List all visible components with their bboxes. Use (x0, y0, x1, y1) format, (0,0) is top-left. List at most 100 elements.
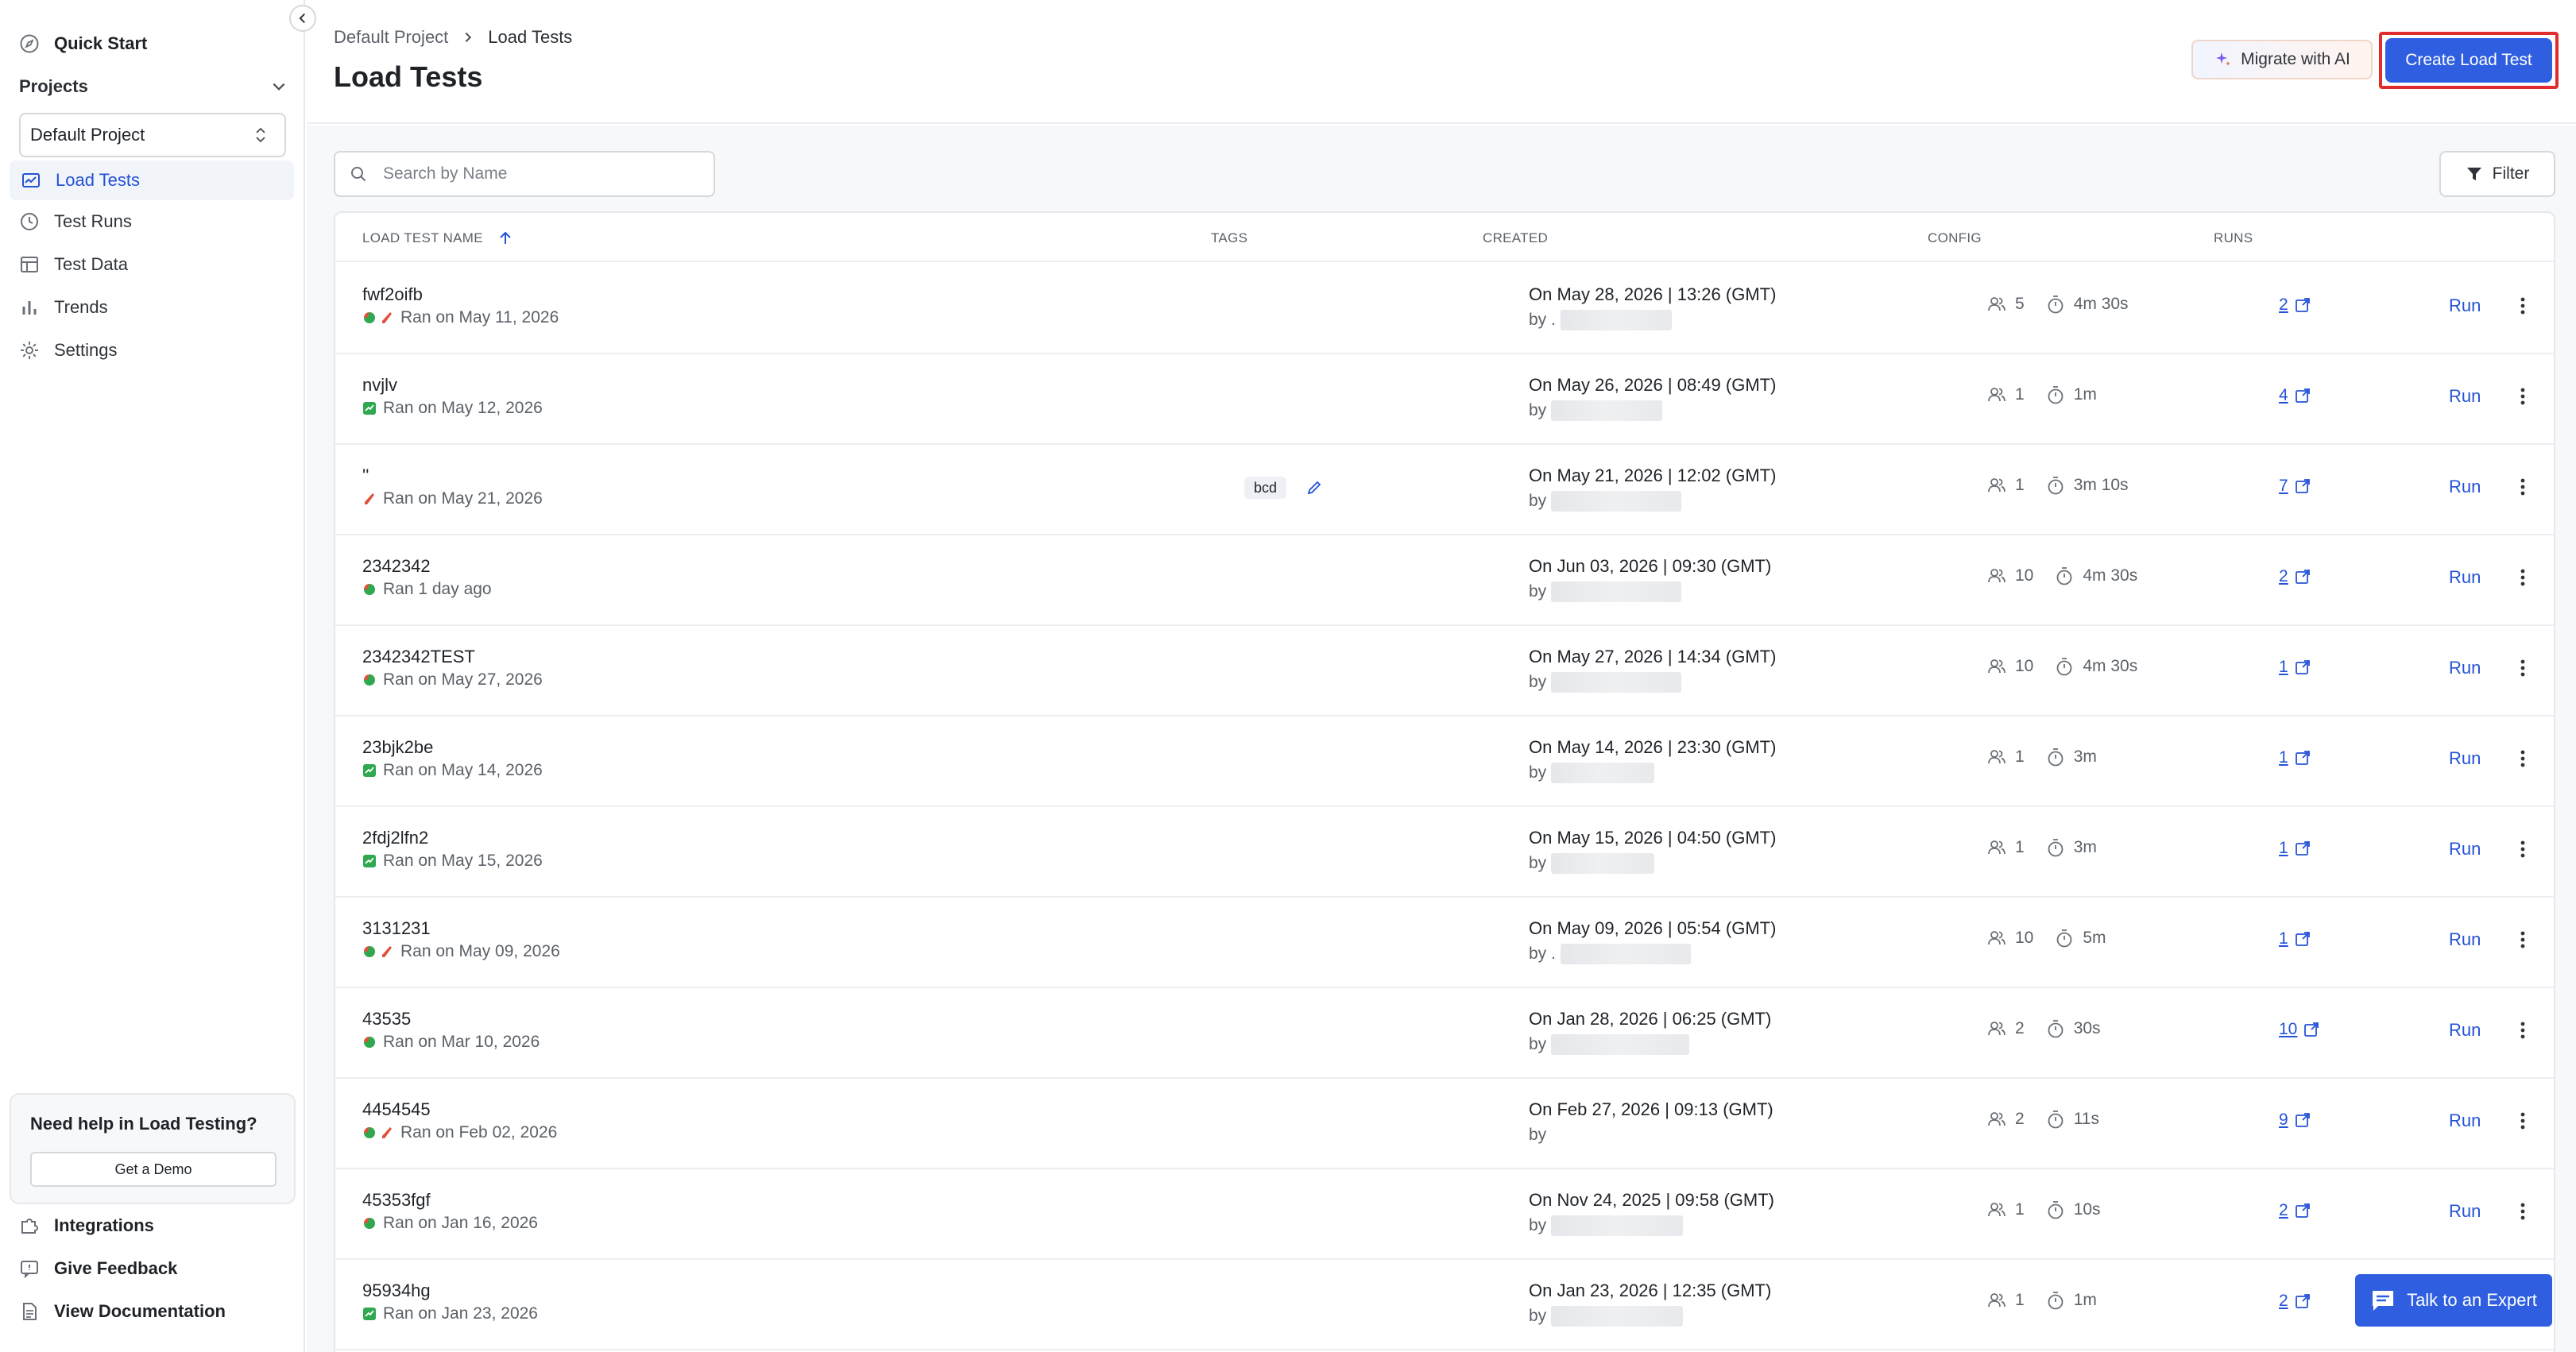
sidebar-item-give-feedback[interactable]: Give Feedback (19, 1258, 177, 1279)
row-menu-button[interactable] (2512, 747, 2533, 771)
runs-count-link[interactable]: 1 (2279, 839, 2311, 858)
load-test-name[interactable]: '' (362, 465, 369, 486)
table-row[interactable]: 4454545 Ran on Feb 02, 2026 On Feb 27, 202… (335, 1079, 2554, 1169)
search-input[interactable] (383, 164, 701, 183)
runs-count-link[interactable]: 2 (2279, 1292, 2311, 1311)
table-row[interactable]: '' Ran on May 21, 2026 bcd On May 21, 2026 … (335, 445, 2554, 535)
mixed-status-icon (364, 1127, 375, 1138)
run-button[interactable]: Run (2449, 567, 2481, 588)
column-header-name[interactable]: LOAD TEST NAME (362, 230, 513, 246)
run-button[interactable]: Run (2449, 296, 2481, 316)
runs-count-link[interactable]: 2 (2279, 1201, 2311, 1220)
sidebar-item-test-data[interactable]: Test Data (19, 254, 128, 275)
redacted-user (1551, 491, 1682, 512)
row-menu-button[interactable] (2512, 1018, 2533, 1042)
runs-count-link[interactable]: 7 (2279, 477, 2311, 496)
create-load-test-button[interactable]: Create Load Test (2385, 38, 2552, 83)
table-row[interactable]: 3131231 Ran on May 09, 2026 On May 09, 202… (335, 898, 2554, 988)
table-row[interactable]: fwf2oifb Ran on May 11, 2026 On May 28, 20… (335, 264, 2554, 354)
edit-tags-button[interactable] (1305, 478, 1324, 497)
row-menu-button[interactable] (2512, 294, 2533, 318)
config: 10 4m 30s (1986, 656, 2158, 677)
sidebar-item-test-runs[interactable]: Test Runs (19, 211, 132, 232)
row-menu-button[interactable] (2512, 1109, 2533, 1133)
sidebar-item-settings[interactable]: Settings (19, 340, 118, 361)
projects-section-toggle[interactable]: Projects (19, 76, 288, 97)
load-test-name[interactable]: 2342342TEST (362, 647, 475, 667)
runs-count-link[interactable]: 9 (2279, 1111, 2311, 1130)
sidebar-item-trends[interactable]: Trends (19, 297, 108, 318)
fail-status-icon (365, 493, 374, 504)
load-test-name[interactable]: 23bjk2be (362, 737, 433, 758)
row-menu-button[interactable] (2512, 384, 2533, 408)
sidebar-item-view-documentation[interactable]: View Documentation (19, 1301, 226, 1322)
migrate-with-ai-button[interactable]: Migrate with AI (2191, 40, 2373, 79)
table-row[interactable]: 45353fgf Ran on Jan 16, 2026 On Nov 24, 20… (335, 1169, 2554, 1260)
page-title: Load Tests (334, 60, 483, 93)
run-button[interactable]: Run (2449, 929, 2481, 950)
load-test-name[interactable]: 95934hg (362, 1281, 431, 1301)
run-button[interactable]: Run (2449, 1201, 2481, 1222)
search-box[interactable] (334, 151, 715, 197)
runs-count-link[interactable]: 1 (2279, 929, 2311, 948)
run-button[interactable]: Run (2449, 658, 2481, 678)
more-vertical-icon (2520, 840, 2525, 858)
more-vertical-icon (2520, 931, 2525, 948)
help-title: Need help in Load Testing? (30, 1114, 257, 1134)
row-menu-button[interactable] (2512, 475, 2533, 499)
created-date: On Jan 28, 2026 | 06:25 (GMT) (1529, 1009, 1772, 1029)
get-demo-button[interactable]: Get a Demo (30, 1152, 277, 1187)
load-test-name[interactable]: 45353fgf (362, 1190, 431, 1211)
sidebar-collapse-button[interactable] (289, 5, 316, 32)
runs-count-link[interactable]: 4 (2279, 386, 2311, 405)
runs-count-link[interactable]: 2 (2279, 567, 2311, 586)
last-run-status: Ran on May 27, 2026 (362, 670, 543, 690)
run-button[interactable]: Run (2449, 386, 2481, 407)
feedback-icon (21, 1261, 38, 1279)
status-icons (362, 401, 377, 415)
project-select[interactable]: Default Project (19, 113, 286, 157)
table-row[interactable]: 23bjk2be Ran on May 14, 2026 On May 14, 20… (335, 717, 2554, 807)
load-test-name[interactable]: 3131231 (362, 918, 431, 939)
load-test-name[interactable]: fwf2oifb (362, 284, 423, 305)
runs-count-link[interactable]: 1 (2279, 748, 2311, 767)
run-button[interactable]: Run (2449, 1111, 2481, 1131)
table-row[interactable]: 2342342 Ran 1 day ago On Jun 03, 2026 | 09… (335, 535, 2554, 626)
row-menu-button[interactable] (2512, 1199, 2533, 1223)
runs-count: 2 (2279, 567, 2288, 585)
row-menu-button[interactable] (2512, 837, 2533, 861)
runs-count-link[interactable]: 10 (2279, 1020, 2319, 1039)
load-test-name[interactable]: 2342342 (362, 556, 431, 577)
run-button[interactable]: Run (2449, 477, 2481, 497)
duration-value: 3m 10s (2073, 476, 2129, 494)
duration: 5m (2054, 928, 2106, 948)
sidebar-item-label: Load Tests (56, 170, 141, 190)
load-test-name[interactable]: 2fdj2lfn2 (362, 828, 428, 848)
sidebar-item-quick-start[interactable]: Quick Start (19, 33, 147, 54)
sidebar-item-load-tests[interactable]: Load Tests (10, 160, 294, 200)
load-test-name[interactable]: nvjlv (362, 375, 397, 396)
table-row[interactable]: 43535 Ran on Mar 10, 2026 On Jan 28, 2026 … (335, 988, 2554, 1079)
table-row[interactable]: nvjlv Ran on May 12, 2026 On May 26, 2026 … (335, 354, 2554, 445)
runs-count: 7 (2279, 477, 2288, 495)
breadcrumb-root[interactable]: Default Project (334, 27, 448, 48)
table-row[interactable]: 2fdj2lfn2 Ran on May 15, 2026 On May 15, 2… (335, 807, 2554, 898)
run-button[interactable]: Run (2449, 748, 2481, 769)
talk-to-expert-button[interactable]: Talk to an Expert (2355, 1274, 2552, 1327)
sidebar-item-integrations[interactable]: Integrations (19, 1215, 154, 1236)
filter-button[interactable]: Filter (2439, 151, 2555, 197)
table-row[interactable]: 2342342TEST Ran on May 27, 2026 On May 27,… (335, 626, 2554, 717)
load-test-name[interactable]: 43535 (362, 1009, 411, 1029)
external-link-icon (2295, 932, 2310, 946)
run-button[interactable]: Run (2449, 1020, 2481, 1041)
run-button[interactable]: Run (2449, 839, 2481, 859)
runs-count-link[interactable]: 1 (2279, 658, 2311, 677)
runs-count-link[interactable]: 2 (2279, 296, 2311, 315)
row-menu-button[interactable] (2512, 656, 2533, 680)
created-by: by (1529, 1034, 1690, 1055)
row-menu-button[interactable] (2512, 566, 2533, 589)
load-test-name[interactable]: 4454545 (362, 1099, 431, 1120)
table-row[interactable]: 95934hg Ran on Jan 23, 2026 On Jan 23, 202… (335, 1260, 2554, 1350)
row-menu-button[interactable] (2512, 928, 2533, 952)
created-date: On Feb 27, 2026 | 09:13 (GMT) (1529, 1099, 1773, 1119)
